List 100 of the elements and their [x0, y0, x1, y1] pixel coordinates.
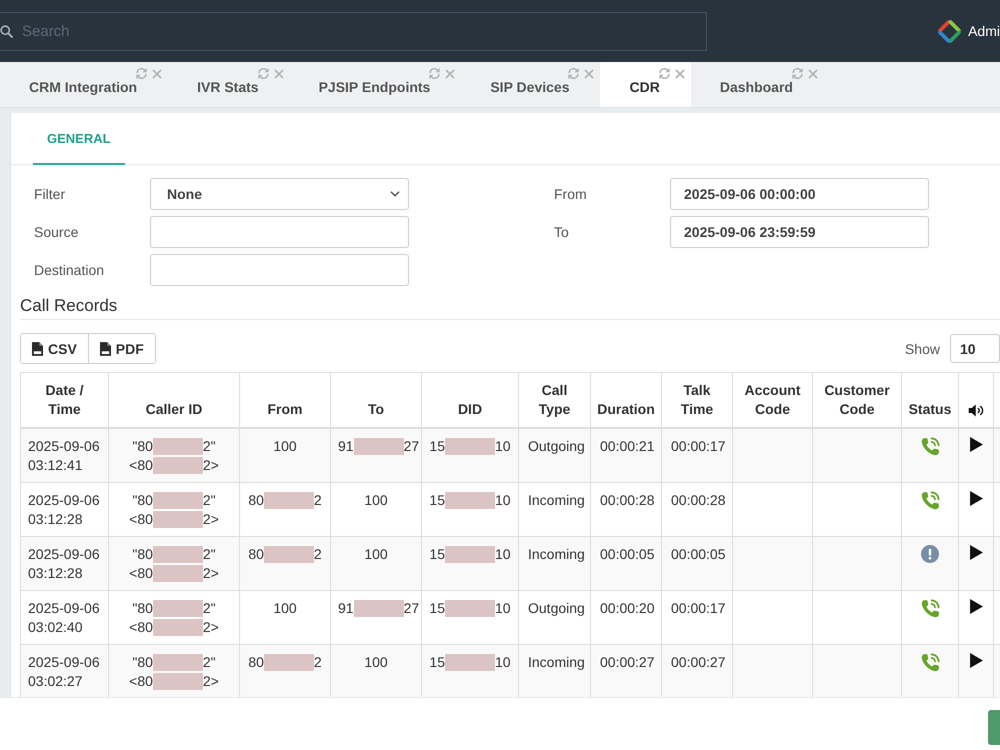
- refresh-icon[interactable]: [428, 67, 442, 80]
- number-fragment: 2>: [202, 618, 219, 637]
- input-field[interactable]: [150, 216, 409, 248]
- redaction-block: [152, 546, 203, 563]
- refresh-icon[interactable]: [135, 67, 148, 80]
- redaction-block: [264, 492, 314, 509]
- number-fragment: 10: [495, 437, 511, 456]
- number-fragment: 2>: [202, 510, 219, 529]
- number-fragment: 80: [248, 545, 264, 564]
- redaction-block: [152, 511, 203, 528]
- speaker-icon: [968, 404, 984, 417]
- number-fragment: <80: [129, 456, 153, 475]
- section-title: Call Records: [20, 295, 118, 317]
- play-icon[interactable]: [970, 491, 982, 506]
- tab[interactable]: IVR Stats: [168, 62, 290, 107]
- refresh-icon[interactable]: [658, 67, 671, 80]
- field-label: From: [554, 186, 587, 202]
- number-fragment: 10: [495, 653, 511, 672]
- redaction-block: [354, 438, 404, 455]
- close-icon[interactable]: [584, 68, 594, 78]
- field-label: Source: [34, 224, 78, 240]
- number-fragment: "80: [132, 491, 153, 510]
- number-fragment: "80: [132, 653, 153, 672]
- number-fragment: 15: [429, 491, 445, 510]
- number-fragment: 2": [202, 599, 216, 618]
- redaction-block: [445, 438, 495, 455]
- redaction-block: [152, 619, 203, 636]
- redaction-block: [152, 492, 203, 509]
- search-icon: [0, 24, 13, 38]
- number-fragment: "80: [132, 599, 153, 618]
- redaction-block: [445, 546, 495, 563]
- number-fragment: "80: [132, 437, 153, 456]
- refresh-icon[interactable]: [790, 67, 804, 80]
- redaction-block: [152, 654, 203, 671]
- number-fragment: 15: [429, 599, 445, 618]
- redaction-block: [152, 600, 203, 617]
- number-fragment: 2: [314, 653, 322, 672]
- number-fragment: "80: [132, 545, 153, 564]
- number-fragment: 2": [202, 653, 216, 672]
- input-field[interactable]: 2025-09-06 00:00:00: [670, 178, 929, 210]
- play-icon[interactable]: [970, 437, 982, 452]
- refresh-icon[interactable]: [567, 67, 580, 80]
- number-fragment: <80: [129, 618, 153, 637]
- number-fragment: 27: [404, 437, 420, 456]
- close-icon[interactable]: [152, 68, 162, 78]
- number-fragment: <80: [129, 564, 153, 583]
- redaction-block: [264, 654, 314, 671]
- number-fragment: 80: [248, 491, 264, 510]
- number-fragment: 2": [202, 491, 216, 510]
- logo-icon: [937, 18, 962, 44]
- number-fragment: <80: [129, 510, 153, 529]
- export-button[interactable]: CSV: [21, 334, 89, 363]
- refresh-icon[interactable]: [256, 67, 270, 80]
- tab[interactable]: CDR: [600, 62, 691, 107]
- redaction-block: [152, 673, 203, 690]
- redaction-block: [152, 457, 203, 474]
- chevron-down-icon: [390, 191, 400, 197]
- number-fragment: 15: [429, 653, 445, 672]
- field-label: Filter: [34, 186, 66, 202]
- field-label: To: [554, 224, 569, 240]
- number-fragment: 10: [495, 545, 511, 564]
- number-fragment: <80: [129, 672, 153, 691]
- tab[interactable]: Dashboard: [690, 62, 824, 107]
- number-fragment: 91: [338, 599, 354, 618]
- close-icon[interactable]: [274, 68, 284, 78]
- redaction-block: [445, 654, 495, 671]
- file-icon: [32, 342, 43, 356]
- input-field[interactable]: [150, 254, 409, 286]
- redaction-block: [152, 565, 203, 582]
- number-fragment: 2>: [202, 672, 219, 691]
- number-fragment: 2: [314, 491, 322, 510]
- play-icon[interactable]: [970, 653, 982, 668]
- number-fragment: 2>: [202, 564, 219, 583]
- input-field[interactable]: 2025-09-06 23:59:59: [670, 216, 929, 248]
- close-icon[interactable]: [808, 68, 818, 78]
- number-fragment: 2>: [202, 456, 219, 475]
- tab[interactable]: PJSIP Endpoints: [290, 62, 462, 107]
- number-fragment: 15: [429, 437, 445, 456]
- redaction-block: [445, 600, 495, 617]
- number-fragment: 15: [429, 545, 445, 564]
- number-fragment: 91: [338, 437, 354, 456]
- page-size-select[interactable]: 10: [950, 334, 1000, 363]
- close-icon[interactable]: [674, 68, 685, 78]
- play-icon[interactable]: [970, 599, 982, 614]
- close-icon[interactable]: [445, 68, 456, 78]
- number-fragment: 2": [202, 437, 216, 456]
- action-button[interactable]: [988, 710, 1000, 745]
- tab[interactable]: SIP Devices: [461, 62, 600, 107]
- file-icon: [100, 342, 111, 356]
- field-label: Destination: [34, 262, 104, 278]
- tab[interactable]: CRM Integration: [0, 62, 168, 107]
- redaction-block: [264, 546, 314, 563]
- number-fragment: 10: [495, 599, 511, 618]
- page-size-label: Show: [904, 340, 940, 356]
- dropdown-field[interactable]: None: [150, 178, 409, 210]
- redaction-block: [152, 438, 203, 455]
- user-name[interactable]: Admi: [968, 23, 1000, 39]
- play-icon[interactable]: [970, 545, 982, 560]
- redaction-block: [354, 600, 404, 617]
- redaction-block: [445, 492, 495, 509]
